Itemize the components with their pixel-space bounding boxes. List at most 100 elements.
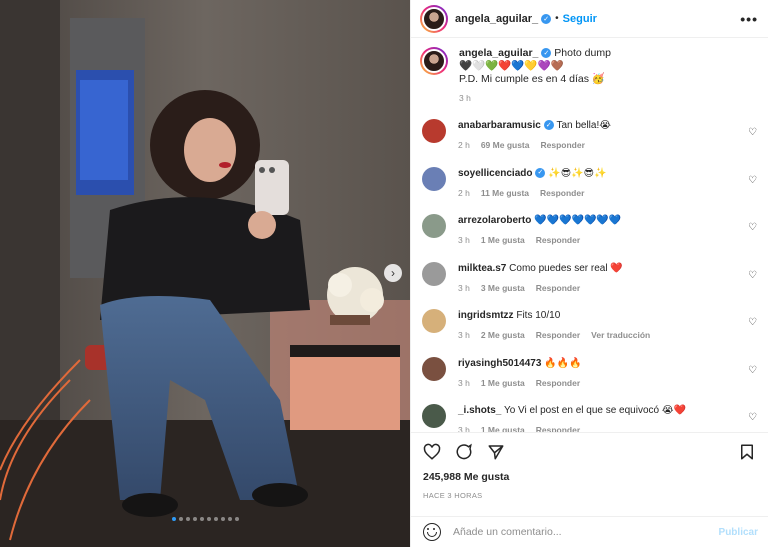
commenter-avatar[interactable] bbox=[422, 356, 446, 381]
comment-like-heart-icon[interactable]: ♡ bbox=[748, 175, 757, 186]
carousel-dots bbox=[172, 517, 239, 521]
verified-icon: ✓ bbox=[541, 13, 552, 24]
comment-time: 3 h bbox=[458, 377, 470, 388]
comment-composer: Publicar bbox=[411, 516, 768, 547]
commenter-avatar[interactable] bbox=[422, 119, 446, 143]
post-photo[interactable]: › bbox=[0, 0, 410, 547]
comment-text: ✨😎✨😎✨ bbox=[548, 167, 607, 179]
comment-time: 2 h bbox=[458, 187, 470, 198]
verified-icon: ✓ bbox=[541, 48, 552, 59]
comment-text: Fits 10/10 bbox=[516, 310, 561, 321]
carousel-dot bbox=[214, 517, 218, 521]
comment-item: soyellicenciado ✓ ✨😎✨😎✨ 2 h 11 Me gusta Resp… bbox=[420, 166, 758, 215]
carousel-dot bbox=[193, 517, 197, 521]
comment-likes[interactable]: 1 Me gusta bbox=[481, 234, 525, 247]
comment-likes[interactable]: 69 Me gusta bbox=[481, 139, 530, 152]
comment-time: 2 h bbox=[458, 140, 470, 150]
comment-like-heart-icon[interactable]: ♡ bbox=[748, 127, 757, 138]
carousel-dot bbox=[235, 517, 239, 521]
comment-likes[interactable]: 11 Me gusta bbox=[481, 187, 529, 200]
comment-username[interactable]: arrezolaroberto bbox=[458, 215, 531, 226]
comment-username[interactable]: milktea.s7 bbox=[458, 263, 506, 274]
comment-time: 3 h bbox=[458, 425, 470, 432]
post-header: angela_aguilar_ ✓ • Seguir ••• bbox=[411, 0, 768, 38]
comment-likes[interactable]: 3 Me gusta bbox=[481, 282, 525, 295]
commenter-avatar[interactable] bbox=[422, 166, 446, 191]
comment-like-heart-icon[interactable]: ♡ bbox=[748, 317, 757, 328]
comment-item: _i.shots_ Yo Vi el post en el que se equ… bbox=[420, 404, 758, 432]
verified-icon: ✓ bbox=[535, 167, 546, 178]
comment-text: Tan bella!😭 bbox=[556, 120, 611, 131]
save-bookmark-icon[interactable] bbox=[738, 443, 756, 461]
comment-username[interactable]: ingridsmtzz bbox=[458, 310, 514, 321]
caption-username[interactable]: angela_aguilar_ bbox=[459, 47, 538, 59]
comment-items: anabarbaramusic ✓ Tan bella!😭 2 h 69 Me gus… bbox=[420, 119, 758, 432]
next-photo-button[interactable]: › bbox=[384, 264, 402, 282]
share-icon[interactable] bbox=[487, 443, 505, 461]
caption-avatar[interactable] bbox=[420, 47, 448, 75]
publish-button[interactable]: Publicar bbox=[719, 527, 758, 538]
comment-text: 🔥🔥🔥 bbox=[544, 357, 582, 369]
comment-text: Yo Vi el post en el que se equivocó 😭❤️ bbox=[503, 405, 686, 416]
author-avatar[interactable] bbox=[420, 4, 448, 33]
comment-item: riyasingh5014473 🔥🔥🔥 3 h 1 Me gusta Respond… bbox=[420, 356, 758, 405]
comment-icon[interactable] bbox=[455, 443, 473, 461]
more-options-icon[interactable]: ••• bbox=[740, 11, 758, 27]
commenter-avatar[interactable] bbox=[422, 309, 446, 333]
comment-like-heart-icon[interactable]: ♡ bbox=[748, 270, 757, 281]
carousel-dot bbox=[179, 517, 183, 521]
reply-button[interactable]: Responder bbox=[540, 187, 584, 200]
post-actions: 245,988 Me gusta HACE 3 HORAS bbox=[411, 432, 768, 516]
comment-likes[interactable]: 1 Me gusta bbox=[481, 424, 525, 432]
photo-illustration bbox=[0, 0, 410, 547]
comment-item: anabarbaramusic ✓ Tan bella!😭 2 h 69 Me gus… bbox=[420, 119, 758, 167]
commenter-avatar[interactable] bbox=[422, 404, 446, 428]
commenter-avatar[interactable] bbox=[422, 261, 446, 286]
comment-text: 💙💙💙💙💙💙💙 bbox=[534, 215, 622, 226]
comment-time: 3 h bbox=[458, 282, 470, 293]
likes-count[interactable]: 245,988 Me gusta bbox=[423, 471, 756, 483]
reply-button[interactable]: Responder bbox=[540, 139, 584, 152]
carousel-dot bbox=[221, 517, 225, 521]
caption-line1: Photo dump bbox=[554, 47, 611, 59]
comment-input[interactable] bbox=[453, 526, 719, 538]
reply-button[interactable]: Responder bbox=[536, 377, 580, 390]
caption-line3: P.D. Mi cumple es en 4 días 🥳 bbox=[459, 73, 605, 85]
verified-icon: ✓ bbox=[543, 120, 554, 131]
comment-item: milktea.s7 Como puedes ser real ❤️ 3 h 3 M… bbox=[420, 261, 758, 310]
author-username[interactable]: angela_aguilar_ bbox=[455, 13, 538, 25]
comment-username[interactable]: soyellicenciado bbox=[458, 168, 532, 179]
carousel-dot bbox=[186, 517, 190, 521]
reply-button[interactable]: Responder bbox=[536, 234, 580, 247]
comment-item: arrezolaroberto 💙💙💙💙💙💙💙 3 h 1 Me gusta Resp… bbox=[420, 214, 758, 262]
comment-username[interactable]: riyasingh5014473 bbox=[458, 358, 541, 369]
follow-button[interactable]: Seguir bbox=[563, 13, 597, 25]
caption-time: 3 h bbox=[459, 93, 471, 103]
separator-dot: • bbox=[555, 13, 559, 24]
carousel-dot bbox=[207, 517, 211, 521]
post-timestamp: HACE 3 HORAS bbox=[423, 491, 483, 500]
carousel-dot bbox=[172, 517, 176, 521]
post-caption: angela_aguilar_ ✓ Photo dump 🖤🤍💚❤️💙💛💜🤎 P.… bbox=[420, 47, 758, 105]
reply-button[interactable]: Responder bbox=[536, 282, 580, 295]
carousel-dot bbox=[200, 517, 204, 521]
comment-like-heart-icon[interactable]: ♡ bbox=[748, 365, 757, 376]
heart-icon[interactable] bbox=[423, 443, 441, 461]
emoji-icon[interactable] bbox=[423, 523, 441, 541]
post-sidebar: angela_aguilar_ ✓ • Seguir ••• angela_ag… bbox=[410, 0, 768, 547]
commenter-avatar[interactable] bbox=[422, 214, 446, 238]
comment-likes[interactable]: 2 Me gusta bbox=[481, 329, 525, 342]
comment-username[interactable]: _i.shots_ bbox=[458, 405, 501, 416]
reply-button[interactable]: Responder bbox=[536, 329, 580, 342]
translate-button[interactable]: Ver traducción bbox=[591, 329, 650, 342]
carousel-dot bbox=[228, 517, 232, 521]
reply-button[interactable]: Responder bbox=[536, 424, 580, 432]
comment-like-heart-icon[interactable]: ♡ bbox=[748, 222, 757, 233]
comment-likes[interactable]: 1 Me gusta bbox=[481, 377, 525, 390]
comment-time: 3 h bbox=[458, 235, 470, 245]
comments-list[interactable]: angela_aguilar_ ✓ Photo dump 🖤🤍💚❤️💙💛💜🤎 P.… bbox=[411, 38, 768, 432]
comment-text: Como puedes ser real ❤️ bbox=[509, 262, 623, 274]
caption-line2: 🖤🤍💚❤️💙💛💜🤎 bbox=[459, 60, 564, 72]
comment-like-heart-icon[interactable]: ♡ bbox=[748, 412, 757, 423]
comment-username[interactable]: anabarbaramusic bbox=[458, 120, 541, 131]
